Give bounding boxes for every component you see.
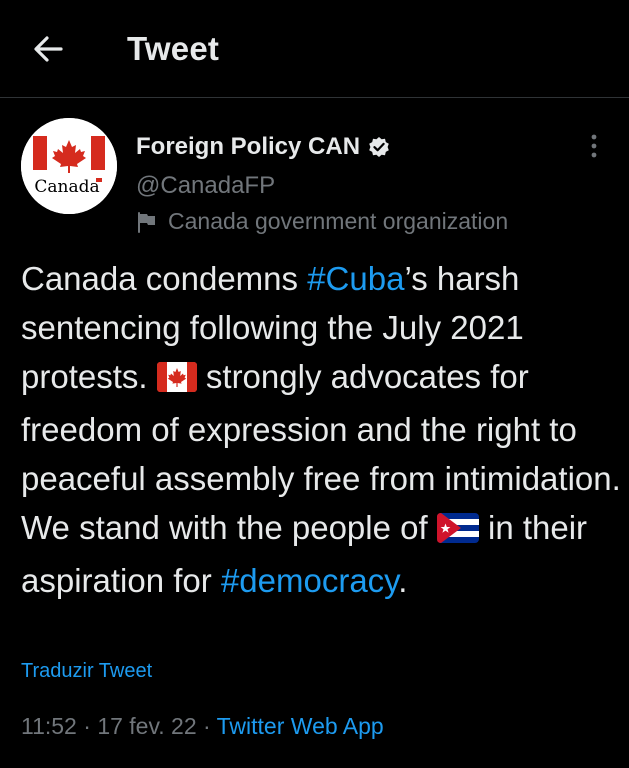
tweet-text-part: . xyxy=(398,562,408,599)
arrow-left-icon xyxy=(33,35,63,67)
flag-icon xyxy=(136,211,158,233)
avatar[interactable]: Canada xyxy=(21,118,117,214)
hashtag-link[interactable]: #democracy xyxy=(221,562,398,599)
flag-cuba-emoji-icon xyxy=(436,507,479,556)
government-label[interactable]: Canada government organization xyxy=(136,208,508,235)
avatar-wordmark: Canada xyxy=(34,177,99,197)
tweet-metadata: 11:52 · 17 fev. 22 · Twitter Web App xyxy=(21,713,384,740)
back-button[interactable] xyxy=(30,34,66,68)
tweet-text-part: Canada condemns xyxy=(21,260,308,297)
author-handle[interactable]: @CanadaFP xyxy=(136,172,275,200)
flag-canada-emoji-icon xyxy=(156,356,197,405)
canada-logo-icon: Canada xyxy=(21,118,117,214)
meta-separator: · xyxy=(76,713,98,739)
hashtag-link[interactable]: #Cuba xyxy=(307,260,404,297)
translate-tweet-link[interactable]: Traduzir Tweet xyxy=(21,660,152,683)
tweet-source-link[interactable]: Twitter Web App xyxy=(217,713,384,739)
tweet-time[interactable]: 11:52 xyxy=(21,713,77,739)
more-options-button[interactable] xyxy=(584,134,604,162)
more-vertical-icon xyxy=(591,134,597,163)
author-name[interactable]: Foreign Policy CAN xyxy=(136,133,390,161)
meta-separator: · xyxy=(196,713,217,739)
verified-badge-icon xyxy=(368,136,390,158)
author-display-name: Foreign Policy CAN xyxy=(136,133,361,160)
tweet-text: Canada condemns #Cuba’s harsh sentencing… xyxy=(21,254,621,605)
tweet-date[interactable]: 17 fev. 22 xyxy=(97,713,196,739)
top-bar: Tweet xyxy=(0,0,629,98)
government-label-text: Canada government organization xyxy=(168,208,509,234)
page-title: Tweet xyxy=(127,30,220,67)
